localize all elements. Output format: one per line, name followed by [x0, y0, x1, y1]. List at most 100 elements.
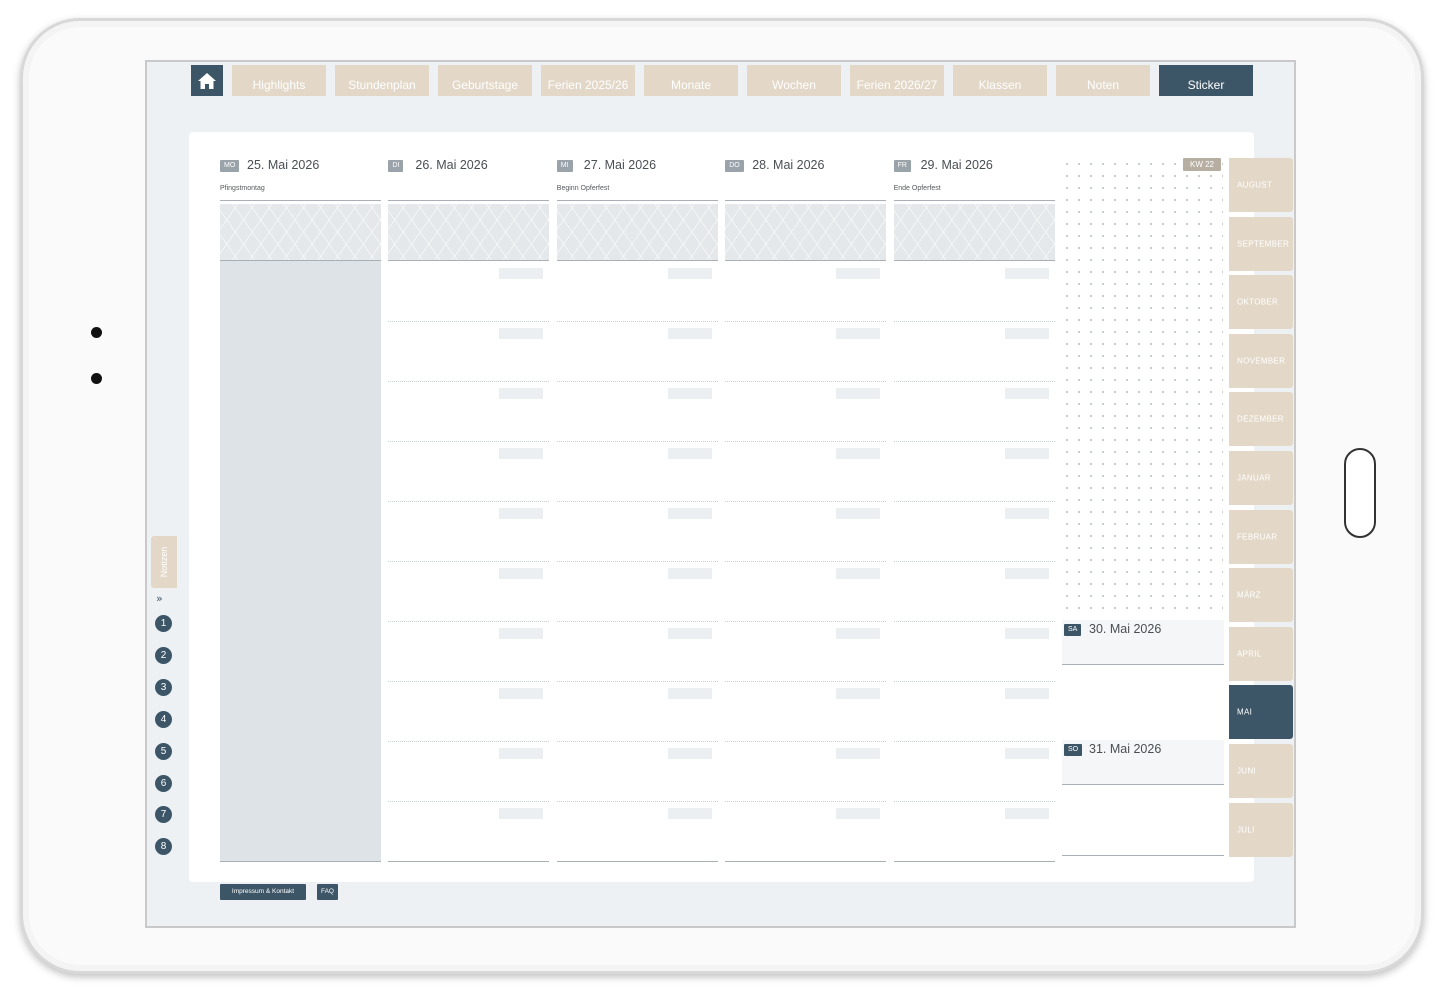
slot-label-field[interactable] — [667, 268, 712, 279]
right-month-tab-1[interactable]: SEPTEMBER — [1229, 216, 1293, 271]
day-pattern-area[interactable] — [725, 204, 887, 261]
note-page-8[interactable]: 8 — [155, 838, 172, 856]
slot-label-field[interactable] — [1004, 748, 1049, 759]
slot-label-field[interactable] — [836, 328, 881, 339]
day-date[interactable]: 28. Mai 2026 — [752, 158, 824, 172]
time-slot[interactable] — [556, 321, 718, 382]
right-month-tab-8[interactable]: APRIL — [1229, 626, 1293, 681]
time-slot[interactable] — [388, 501, 550, 562]
time-slot[interactable] — [893, 441, 1055, 502]
slot-label-field[interactable] — [1004, 568, 1049, 579]
time-slot[interactable] — [556, 261, 718, 322]
nav-tab-sticker[interactable]: Sticker — [1159, 65, 1253, 96]
nav-tab-ferien-2025-26[interactable]: Ferien 2025/26 — [541, 65, 635, 96]
time-slot[interactable] — [893, 741, 1055, 802]
time-slot[interactable] — [893, 801, 1055, 862]
note-page-4[interactable]: 4 — [155, 710, 172, 728]
slot-label-field[interactable] — [667, 388, 712, 399]
note-page-3[interactable]: 3 — [155, 678, 172, 696]
slot-label-field[interactable] — [499, 568, 544, 579]
slot-label-field[interactable] — [667, 568, 712, 579]
slot-label-field[interactable] — [836, 568, 881, 579]
nav-tab-stundenplan[interactable]: Stundenplan — [335, 65, 429, 96]
slot-label-field[interactable] — [836, 688, 881, 699]
nav-tab-geburtstage[interactable]: Geburtstage — [438, 65, 532, 96]
time-slot[interactable] — [556, 561, 718, 622]
time-slot[interactable] — [388, 381, 550, 442]
time-slot[interactable] — [893, 381, 1055, 442]
weekend-date[interactable]: 30. Mai 2026 — [1089, 622, 1161, 636]
note-page-1[interactable]: 1 — [155, 615, 172, 632]
day-date[interactable]: 27. Mai 2026 — [584, 158, 656, 172]
day-pattern-area[interactable] — [220, 204, 381, 261]
right-month-tab-6[interactable]: FEBRUAR — [1229, 509, 1293, 564]
right-month-tab-0[interactable]: AUGUST — [1229, 158, 1293, 212]
time-slot[interactable] — [556, 741, 718, 802]
time-slot[interactable] — [388, 321, 550, 382]
time-slot[interactable] — [725, 441, 887, 502]
slot-label-field[interactable] — [667, 328, 712, 339]
time-slot[interactable] — [725, 621, 887, 682]
note-page-7[interactable]: 7 — [155, 806, 172, 824]
time-slot[interactable] — [388, 561, 550, 622]
slot-label-field[interactable] — [667, 688, 712, 699]
right-month-tab-5[interactable]: JANUAR — [1229, 451, 1293, 505]
slot-label-field[interactable] — [667, 448, 712, 459]
time-slot[interactable] — [556, 621, 718, 682]
day-date[interactable]: 25. Mai 2026 — [247, 158, 319, 172]
notes-tab[interactable]: Notizen — [151, 536, 177, 588]
holiday-block[interactable] — [220, 261, 381, 862]
weekend-day-so[interactable]: SO 31. Mai 2026 — [1062, 740, 1224, 785]
slot-label-field[interactable] — [499, 448, 544, 459]
day-slots[interactable] — [725, 261, 887, 862]
time-slot[interactable] — [893, 261, 1055, 322]
slot-label-field[interactable] — [836, 388, 881, 399]
right-month-tab-2[interactable]: OKTOBER — [1229, 275, 1293, 330]
slot-label-field[interactable] — [667, 808, 712, 819]
slot-label-field[interactable] — [499, 328, 544, 339]
slot-label-field[interactable] — [836, 748, 881, 759]
time-slot[interactable] — [388, 621, 550, 682]
time-slot[interactable] — [725, 501, 887, 562]
day-date[interactable]: 29. Mai 2026 — [921, 158, 993, 172]
time-slot[interactable] — [388, 681, 550, 742]
device-home-button[interactable] — [1344, 448, 1376, 538]
weekend-date[interactable]: 31. Mai 2026 — [1089, 742, 1161, 756]
time-slot[interactable] — [556, 681, 718, 742]
slot-label-field[interactable] — [499, 388, 544, 399]
slot-label-field[interactable] — [836, 628, 881, 639]
time-slot[interactable] — [893, 321, 1055, 382]
nav-tab-highlights[interactable]: Highlights — [232, 65, 326, 96]
slot-label-field[interactable] — [1004, 328, 1049, 339]
time-slot[interactable] — [556, 441, 718, 502]
slot-label-field[interactable] — [1004, 808, 1049, 819]
nav-tab-noten[interactable]: Noten — [1056, 65, 1150, 96]
time-slot[interactable] — [893, 621, 1055, 682]
time-slot[interactable] — [388, 261, 550, 322]
nav-tab-klassen[interactable]: Klassen — [953, 65, 1047, 96]
right-month-tab-10[interactable]: JUNI — [1229, 744, 1293, 798]
slot-label-field[interactable] — [667, 628, 712, 639]
day-date[interactable]: 26. Mai 2026 — [415, 158, 487, 172]
time-slot[interactable] — [556, 501, 718, 562]
day-slots[interactable] — [556, 261, 718, 862]
day-pattern-area[interactable] — [893, 204, 1055, 261]
imprint-button[interactable]: Impressum & Kontakt — [220, 884, 306, 900]
nav-tab-monate[interactable]: Monate — [644, 65, 738, 96]
faq-button[interactable]: FAQ — [317, 884, 338, 900]
right-month-tab-3[interactable]: NOVEMBER — [1229, 333, 1293, 388]
right-month-tab-4[interactable]: DEZEMBER — [1229, 392, 1293, 447]
time-slot[interactable] — [893, 501, 1055, 562]
note-page-2[interactable]: 2 — [155, 646, 172, 664]
slot-label-field[interactable] — [1004, 268, 1049, 279]
note-page-6[interactable]: 6 — [155, 774, 172, 792]
time-slot[interactable] — [725, 801, 887, 862]
day-slots[interactable] — [388, 261, 550, 862]
right-month-tab-11[interactable]: JULI — [1229, 802, 1293, 857]
right-month-tab-7[interactable]: MÄRZ — [1229, 568, 1293, 623]
slot-label-field[interactable] — [1004, 448, 1049, 459]
slot-label-field[interactable] — [836, 268, 881, 279]
slot-label-field[interactable] — [499, 748, 544, 759]
time-slot[interactable] — [556, 381, 718, 442]
time-slot[interactable] — [388, 801, 550, 862]
